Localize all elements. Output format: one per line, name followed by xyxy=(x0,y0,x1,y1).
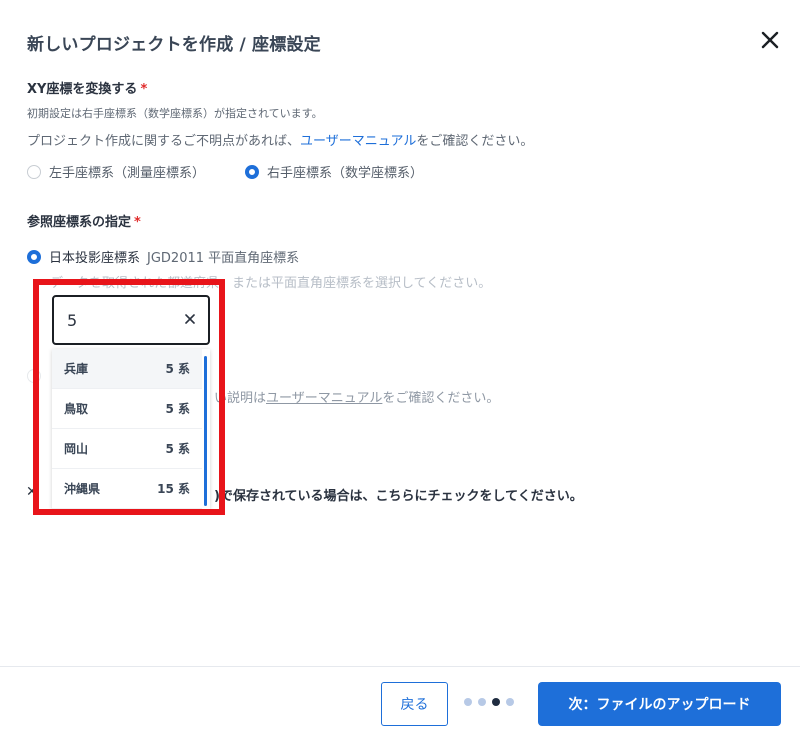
footer-divider xyxy=(0,666,800,667)
radio-button-on[interactable] xyxy=(245,164,259,179)
japan-projection-detail: JGD2011 平面直角座標系 xyxy=(147,251,300,266)
xy-default-note: 初期設定は右手座標系（数学座標系）が指定されています。 xyxy=(27,107,323,120)
page-title: 新しいプロジェクトを作成 / 座標設定 xyxy=(27,35,321,55)
highlight-frame xyxy=(33,279,225,515)
xy-help-text: プロジェクト作成に関するご不明点があれば、ユーザーマニュアルをご確認ください。 xyxy=(27,130,533,149)
japan-projection-label: 日本投影座標系 xyxy=(49,251,141,266)
user-manual-link-faded[interactable]: ユーザーマニュアル xyxy=(266,391,382,406)
step-dot xyxy=(464,698,472,706)
required-mark: * xyxy=(134,215,141,230)
radio-button-off[interactable] xyxy=(27,164,41,179)
step-dot xyxy=(506,698,514,706)
ref-section-label: 参照座標系の指定 * xyxy=(27,211,141,230)
step-dot xyxy=(478,698,486,706)
step-dot-current xyxy=(492,698,500,706)
radio-button-on[interactable] xyxy=(27,249,41,264)
radio-right-handed[interactable]: 右手座標系（数学座標系） xyxy=(245,162,423,181)
radio-japan-projection[interactable]: 日本投影座標系 JGD2011 平面直角座標系 xyxy=(27,247,299,266)
other-hint-suffix: をご確認ください。 xyxy=(382,391,500,406)
required-mark: * xyxy=(140,82,148,97)
radio-left-handed[interactable]: 左手座標系（測量座標系） xyxy=(27,162,205,181)
close-icon[interactable] xyxy=(761,31,779,49)
close-button[interactable] xyxy=(756,26,784,54)
user-manual-link[interactable]: ユーザーマニュアル xyxy=(300,134,416,149)
radio-left-handed-label: 左手座標系（測量座標系） xyxy=(49,166,206,181)
checkbox-label: )で保存されている場合は、こちらにチェックをしてください。 xyxy=(214,489,583,504)
ref-section-label-text: 参照座標系の指定 xyxy=(27,215,132,230)
other-system-hint: い説明はユーザーマニュアルをご確認ください。 xyxy=(214,387,499,406)
back-button[interactable]: 戻る xyxy=(381,682,448,726)
step-indicator xyxy=(464,698,514,706)
xy-section-label: XY座標を変換する * xyxy=(27,78,147,97)
xy-help-prefix: プロジェクト作成に関するご不明点があれば、 xyxy=(27,134,301,149)
xy-help-suffix: をご確認ください。 xyxy=(416,134,534,149)
next-upload-button[interactable]: 次：ファイルのアップロード xyxy=(538,682,781,726)
radio-right-handed-label: 右手座標系（数学座標系） xyxy=(267,166,424,181)
xy-section-label-text: XY座標を変換する xyxy=(27,82,138,97)
